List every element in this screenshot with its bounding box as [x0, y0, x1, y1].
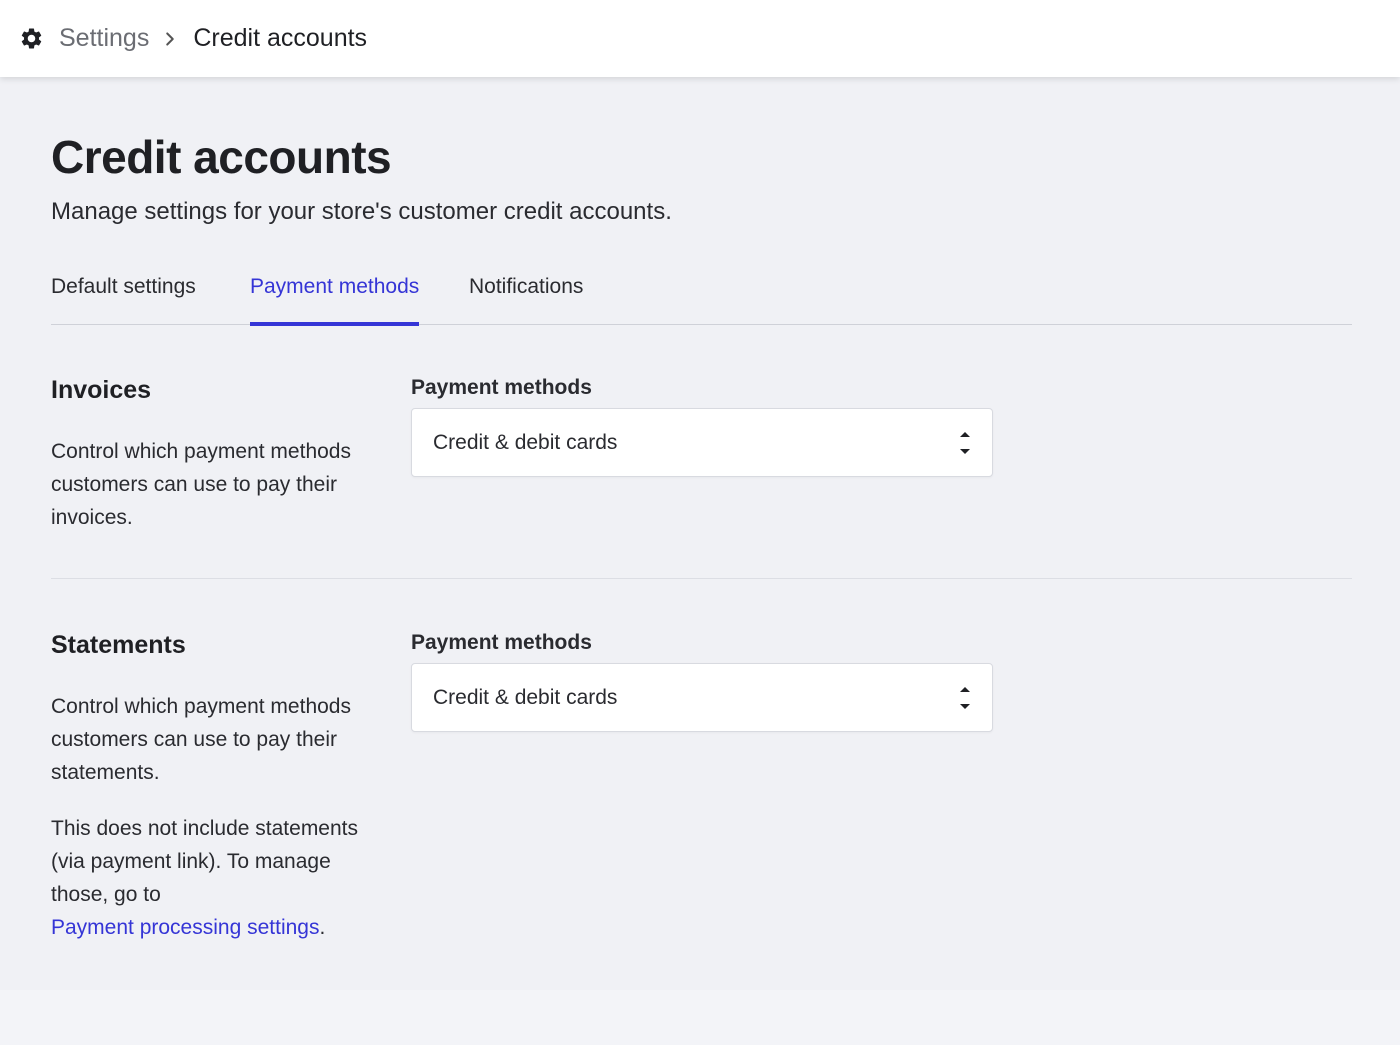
invoices-description: Control which payment methods customers … — [51, 440, 351, 529]
gear-icon — [21, 28, 42, 49]
section-divider — [51, 578, 1352, 579]
statements-payment-methods-label: Payment methods — [411, 631, 592, 654]
invoices-selected-value: Credit & debit cards — [433, 430, 618, 454]
invoices-section-title: Invoices — [51, 376, 152, 404]
top-bar: Settings Credit accounts — [0, 0, 1400, 77]
tab-payment-methods[interactable]: Payment methods — [250, 275, 420, 326]
payment-processing-settings-link[interactable]: Payment processing settings — [51, 916, 319, 939]
statements-note: This does not include statements (via pa… — [51, 812, 381, 944]
chevron-right-icon — [166, 31, 175, 46]
statements-note-end: . — [319, 916, 326, 939]
breadcrumb-current: Credit accounts — [193, 24, 368, 52]
page-title: Credit accounts — [51, 131, 392, 183]
statements-selected-value: Credit & debit cards — [433, 685, 618, 709]
invoices-payment-methods-label: Payment methods — [411, 376, 592, 399]
breadcrumb-settings-link[interactable]: Settings — [59, 24, 149, 53]
statements-payment-methods-select[interactable]: Credit & debit cards — [411, 663, 993, 732]
sort-arrows-icon — [960, 431, 970, 454]
sort-arrows-icon — [960, 686, 970, 709]
tab-default-settings[interactable]: Default settings — [51, 275, 196, 325]
statements-note-text: This does not include statements (via pa… — [51, 817, 359, 906]
statements-description: Control which payment methods customers … — [51, 695, 351, 784]
invoices-payment-methods-select[interactable]: Credit & debit cards — [411, 408, 993, 477]
tab-notifications[interactable]: Notifications — [469, 275, 583, 325]
tab-bar: Default settings Payment methods Notific… — [51, 270, 1352, 326]
page-subtitle: Manage settings for your store's custome… — [51, 198, 672, 225]
statements-section-title: Statements — [51, 631, 186, 659]
footer-band — [0, 990, 1400, 1045]
